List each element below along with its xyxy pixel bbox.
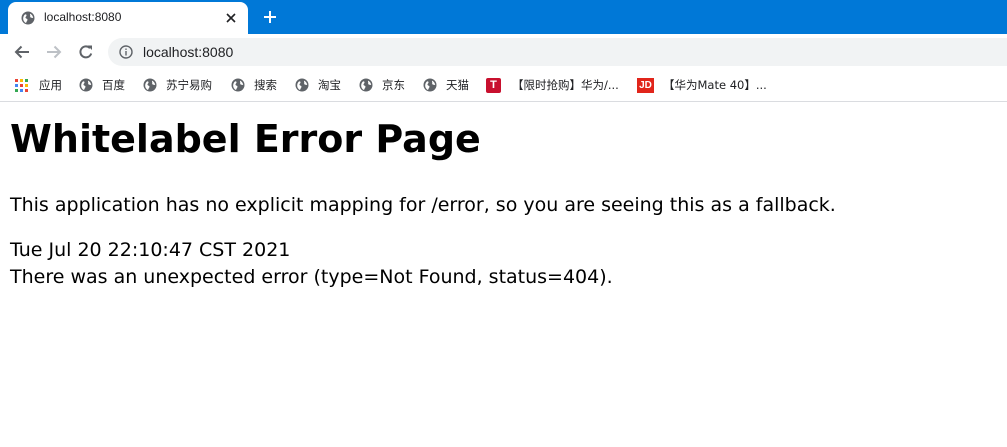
globe-icon xyxy=(143,78,157,92)
apps-grid-icon xyxy=(15,78,28,92)
bookmark-label: 淘宝 xyxy=(318,78,341,92)
globe-icon xyxy=(423,78,437,92)
globe-icon xyxy=(21,11,35,25)
tab-strip: localhost:8080 xyxy=(0,0,1007,34)
globe-icon xyxy=(295,78,309,92)
bookmark-baidu[interactable]: 百度 xyxy=(79,76,125,94)
globe-icon xyxy=(359,78,373,92)
bookmark-label: 应用 xyxy=(39,78,62,92)
page-title: Whitelabel Error Page xyxy=(10,117,481,161)
error-timestamp: Tue Jul 20 22:10:47 CST 2021 xyxy=(10,239,291,261)
page-content: Whitelabel Error Page This application h… xyxy=(0,103,1007,447)
bookmark-label: 百度 xyxy=(102,78,125,92)
forward-button[interactable] xyxy=(44,42,64,62)
error-message: This application has no explicit mapping… xyxy=(10,194,836,216)
tab-title: localhost:8080 xyxy=(44,10,122,24)
close-icon[interactable] xyxy=(222,9,240,27)
error-detail: There was an unexpected error (type=Not … xyxy=(10,266,613,288)
bookmark-search[interactable]: 搜索 xyxy=(231,76,277,94)
bookmark-label: 京东 xyxy=(382,78,405,92)
plus-icon xyxy=(264,11,276,23)
bookmark-flash-sale[interactable]: T 【限时抢购】华为/... xyxy=(486,76,619,94)
bookmark-label: 天猫 xyxy=(446,78,469,92)
globe-icon xyxy=(231,78,245,92)
arrow-left-icon xyxy=(14,45,29,59)
bookmark-jingdong[interactable]: 京东 xyxy=(359,76,405,94)
browser-tab[interactable]: localhost:8080 xyxy=(8,2,248,34)
bookmark-taobao[interactable]: 淘宝 xyxy=(295,76,341,94)
bookmark-label: 【华为Mate 40】... xyxy=(663,78,767,92)
jd-icon: JD xyxy=(637,77,654,93)
tmall-t-icon: T xyxy=(486,77,501,93)
bookmark-suning[interactable]: 苏宁易购 xyxy=(143,76,212,94)
globe-icon xyxy=(79,78,93,92)
back-button[interactable] xyxy=(12,42,32,62)
reload-button[interactable] xyxy=(76,42,96,62)
bookmark-label: 搜索 xyxy=(254,78,277,92)
new-tab-button[interactable] xyxy=(260,7,280,27)
address-bar[interactable]: localhost:8080 xyxy=(108,38,1007,66)
info-icon[interactable] xyxy=(119,45,133,59)
url-text[interactable]: localhost:8080 xyxy=(143,44,233,60)
bookmark-tmall[interactable]: 天猫 xyxy=(423,76,469,94)
bookmarks-bar: 应用 百度 苏宁易购 搜索 淘宝 京东 天猫 T 【限时抢购】华为/... JD… xyxy=(0,69,1007,102)
browser-toolbar: localhost:8080 xyxy=(0,34,1007,69)
bookmark-label: 【限时抢购】华为/... xyxy=(512,78,619,92)
bookmark-mate40[interactable]: JD 【华为Mate 40】... xyxy=(637,76,767,94)
bookmark-label: 苏宁易购 xyxy=(166,78,212,92)
reload-icon xyxy=(79,45,93,59)
bookmark-apps[interactable]: 应用 xyxy=(15,76,62,94)
arrow-right-icon xyxy=(47,45,62,59)
